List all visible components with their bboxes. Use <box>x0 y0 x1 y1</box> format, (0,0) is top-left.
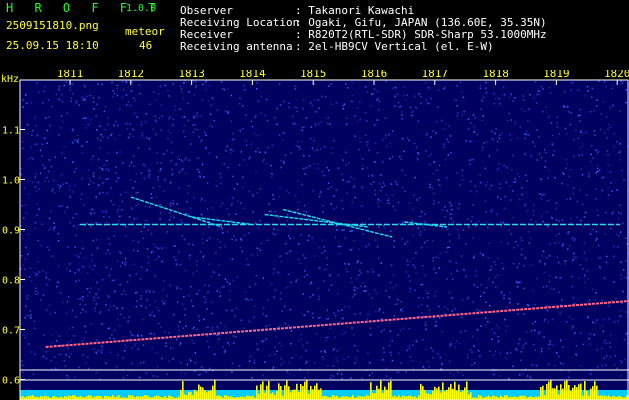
x-tick-label: 1811 <box>57 70 84 80</box>
x-tick-label: 1812 <box>118 70 145 80</box>
antenna-value: : 2el-HB9CV Vertical (el. E-W) <box>295 40 494 53</box>
app-version: 1.0.0 <box>126 3 157 14</box>
x-tick-label: 1817 <box>422 70 449 80</box>
x-tick-label: 1816 <box>361 70 388 80</box>
x-tick-label: 1820 <box>604 70 629 80</box>
x-tick-label: 1819 <box>543 70 570 80</box>
date-time: 25.09.15 18:10 <box>6 39 99 52</box>
y-tick-label: 1.0 <box>2 176 20 187</box>
y-tick-label: 0.9 <box>2 226 20 237</box>
y-tick-label: 1.1 <box>2 126 20 137</box>
x-tick-label: 1814 <box>239 70 266 80</box>
hrofft-window: { "header": { "app_name": "H R O F F T",… <box>0 0 629 400</box>
antenna-label: Receiving antenna <box>180 40 293 53</box>
y-tick-label: 0.6 <box>2 376 20 387</box>
x-tick-label: 1813 <box>178 70 205 80</box>
y-tick-label: 0.8 <box>2 276 20 287</box>
x-tick-label: 1818 <box>482 70 509 80</box>
y-axis-label: kHz <box>1 74 19 85</box>
x-tick-label: 1815 <box>300 70 327 80</box>
meteor-count: 46 <box>139 39 153 52</box>
spectrogram: 1811 1812 1813 1814 1815 1816 1817 1818 1819 1820… <box>1 70 629 400</box>
file-name: 2509151810.png <box>6 19 99 32</box>
y-tick-label: 0.7 <box>2 326 20 337</box>
detection-label: meteor <box>125 25 165 38</box>
